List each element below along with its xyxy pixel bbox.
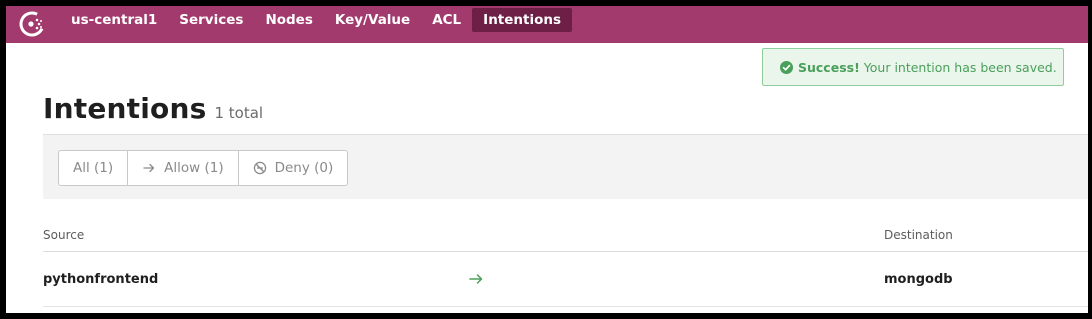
table-header: Source Destination <box>43 219 1088 252</box>
nav-services[interactable]: Services <box>168 8 254 32</box>
check-circle-icon <box>780 60 793 74</box>
nav-menu: us-central1 Services Nodes Key/Value ACL… <box>60 8 573 32</box>
filter-deny-label: Deny (0) <box>274 160 334 176</box>
nav-datacenter[interactable]: us-central1 <box>60 8 168 32</box>
page-header: Intentions 1 total <box>43 92 263 125</box>
filter-all[interactable]: All (1) <box>59 151 129 185</box>
nav-nodes[interactable]: Nodes <box>254 8 323 32</box>
intention-filter-group: All (1) Allow (1) Deny (0) <box>58 150 349 186</box>
table-row[interactable]: pythonfrontend mongodb <box>43 252 1088 307</box>
intentions-table: Source Destination pythonfrontend mongod… <box>43 219 1088 307</box>
deny-icon <box>253 161 266 175</box>
arrow-right-icon <box>469 274 483 284</box>
column-destination: Destination <box>884 228 953 242</box>
notification-title: Success! <box>798 59 860 75</box>
total-count: 1 total <box>214 104 264 122</box>
filter-bar: All (1) Allow (1) Deny (0) <box>43 134 1088 199</box>
page-title: Intentions <box>43 92 207 125</box>
notification-message: Your intention has been saved. <box>863 59 1057 75</box>
consul-logo[interactable] <box>16 8 48 40</box>
column-source: Source <box>43 228 85 242</box>
app-window: us-central1 Services Nodes Key/Value ACL… <box>6 6 1088 313</box>
row-destination: mongodb <box>884 272 953 287</box>
filter-deny[interactable]: Deny (0) <box>239 151 348 185</box>
nav-intentions[interactable]: Intentions <box>472 8 573 32</box>
success-notification: Success! Your intention has been saved. <box>762 48 1064 86</box>
top-navigation: us-central1 Services Nodes Key/Value ACL… <box>6 6 1088 43</box>
row-source: pythonfrontend <box>43 272 159 287</box>
filter-allow-label: Allow (1) <box>164 160 224 176</box>
nav-acl[interactable]: ACL <box>421 8 472 32</box>
filter-allow[interactable]: Allow (1) <box>128 151 239 185</box>
arrow-right-icon <box>143 163 155 173</box>
filter-all-label: All (1) <box>73 160 114 176</box>
nav-key-value[interactable]: Key/Value <box>324 8 421 32</box>
